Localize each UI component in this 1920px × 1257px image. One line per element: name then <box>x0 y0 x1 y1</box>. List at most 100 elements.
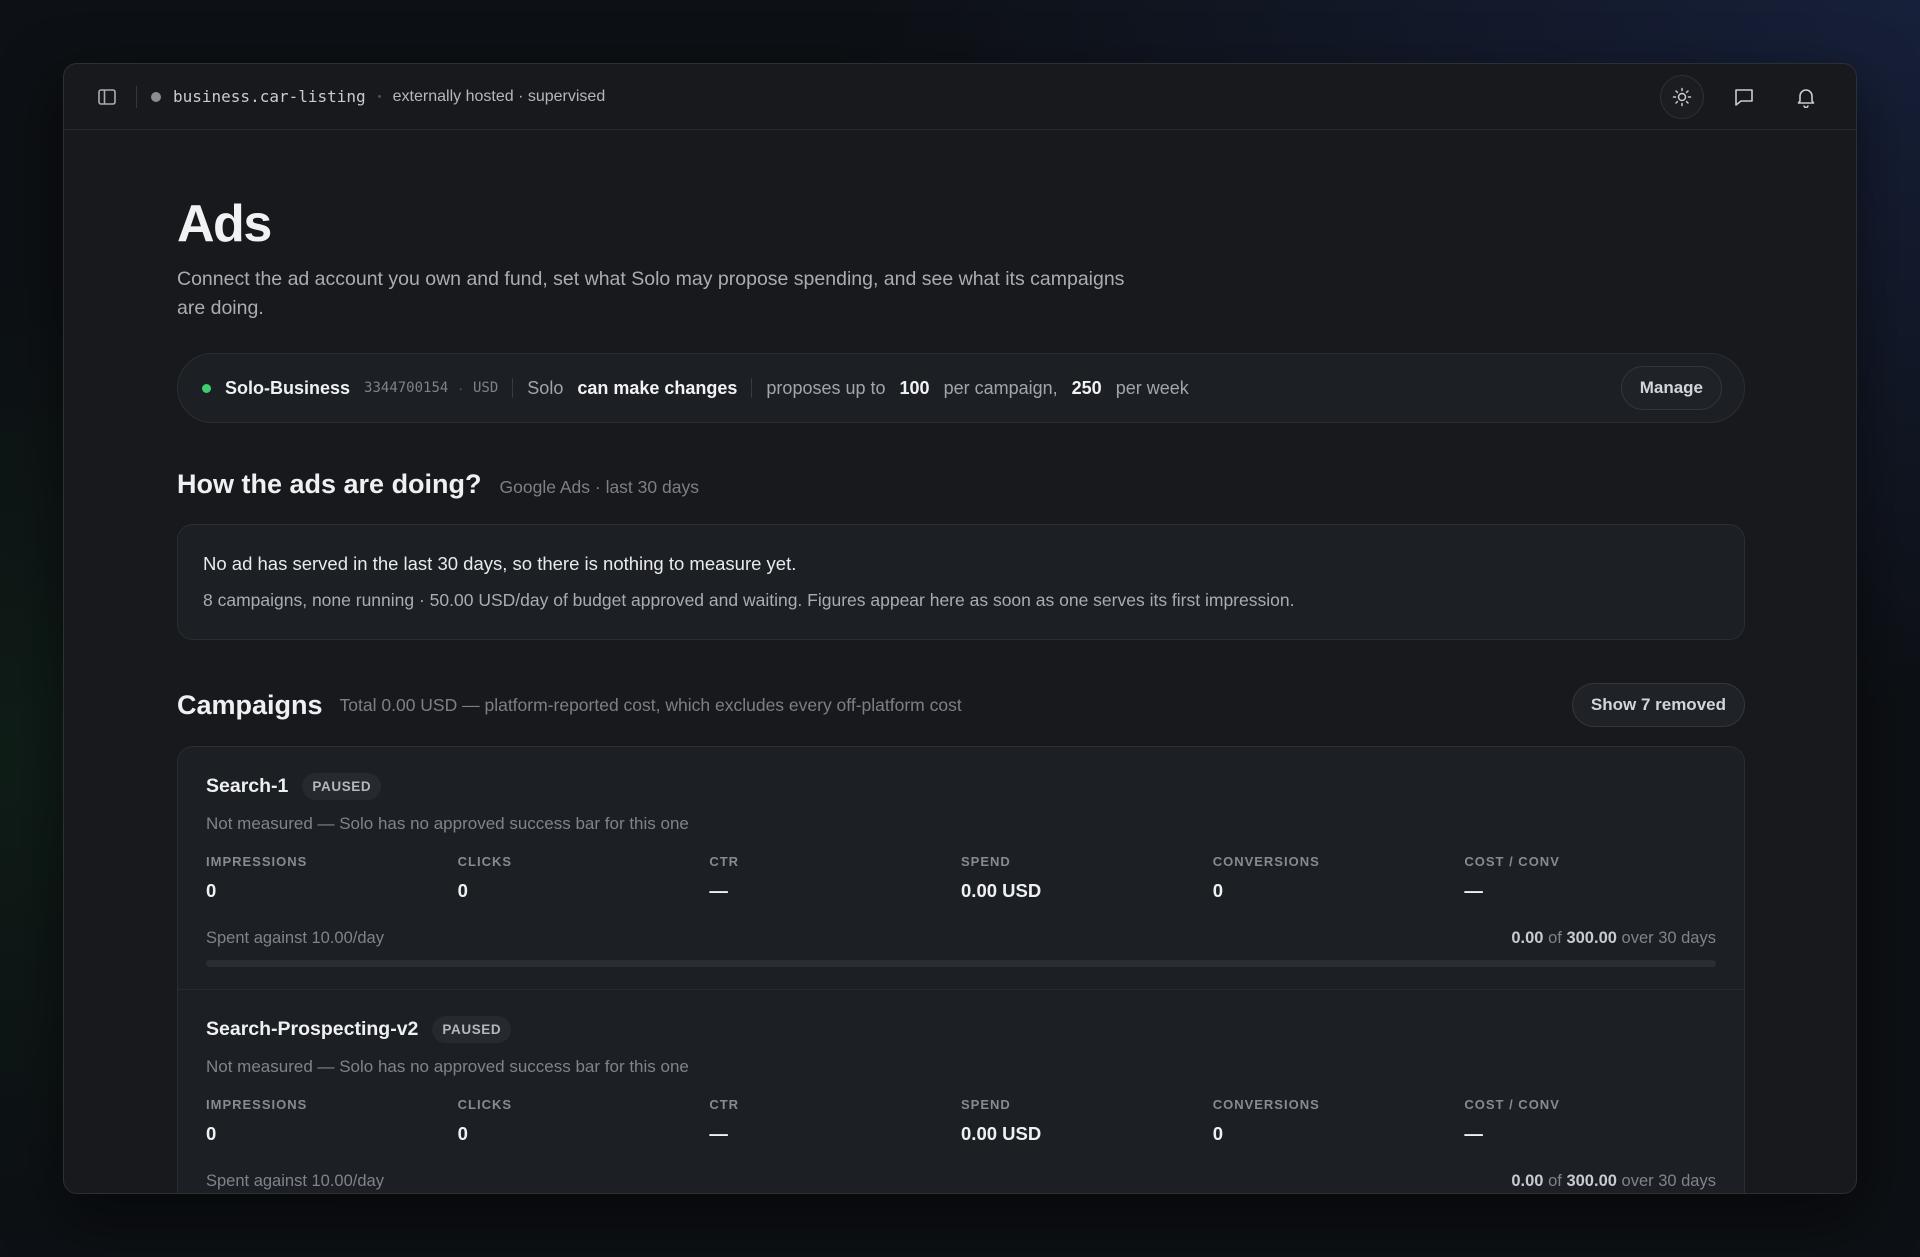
of-label: of <box>1548 1172 1562 1191</box>
metric-impressions: IMPRESSIONS 0 <box>206 1097 458 1145</box>
spend-summary: Spent against 10.00/day 0.00 of 300.00 o… <box>206 1172 1716 1191</box>
hosting-status: externally hosted · supervised <box>392 87 606 105</box>
proposes-label: proposes up to <box>766 377 886 398</box>
status-badge: PAUSED <box>432 1016 512 1044</box>
sun-icon <box>1672 87 1692 106</box>
metrics-row: IMPRESSIONS 0 CLICKS 0 CTR — SPEND 0.00 USD … <box>206 854 1716 902</box>
divider <box>512 378 514 399</box>
spend-progress-text: 0.00 of 300.00 over 30 days <box>1511 1172 1716 1191</box>
spent-against-label: Spent against 10.00/day <box>206 929 384 948</box>
period-label: over 30 days <box>1621 1172 1716 1191</box>
metric-value: 0 <box>206 1123 217 1145</box>
actor-name: Solo <box>527 377 564 398</box>
account-id: 3344700154 <box>364 380 449 397</box>
metric-impressions: IMPRESSIONS 0 <box>206 854 458 902</box>
divider <box>136 85 137 108</box>
metric-spend: SPEND 0.00 USD <box>961 854 1213 902</box>
spent-amount: 0.00 <box>1511 1172 1544 1191</box>
manage-button[interactable]: Manage <box>1620 366 1722 411</box>
campaign-card[interactable]: Search-1 PAUSED Not measured — Solo has … <box>178 747 1744 991</box>
metric-cost-per-conv: COST / CONV — <box>1464 854 1716 902</box>
performance-detail: 8 campaigns, none running · 50.00 USD/da… <box>203 590 1295 611</box>
metric-ctr: CTR — <box>709 854 961 902</box>
metric-label: CTR <box>709 1097 740 1113</box>
metric-label: COST / CONV <box>1464 854 1560 870</box>
sidebar-toggle-icon <box>98 88 116 105</box>
budget-amount: 300.00 <box>1566 929 1617 948</box>
account-status-dot <box>202 383 211 393</box>
ad-account-bar: Solo-Business 3344700154 · USD Solo can … <box>177 353 1745 424</box>
of-label: of <box>1548 929 1562 948</box>
metric-label: COST / CONV <box>1464 1097 1560 1113</box>
spent-against-label: Spent against 10.00/day <box>206 1172 384 1191</box>
measurement-note: Not measured — Solo has no approved succ… <box>206 814 689 834</box>
metric-label: CONVERSIONS <box>1212 1097 1320 1113</box>
metric-value: — <box>709 1123 728 1145</box>
metric-clicks: CLICKS 0 <box>458 1097 710 1145</box>
show-removed-button[interactable]: Show 7 removed <box>1571 683 1745 728</box>
metric-ctr: CTR — <box>709 1097 961 1145</box>
sidebar-toggle-button[interactable] <box>94 84 120 110</box>
separator-dot <box>377 95 381 98</box>
campaigns-header: Campaigns Total 0.00 USD — platform-repo… <box>177 683 1745 728</box>
app-window: business.car-listing externally hosted ·… <box>63 63 1857 1194</box>
metric-label: CLICKS <box>457 854 513 870</box>
metric-value: 0 <box>1212 1123 1223 1145</box>
measurement-note: Not measured — Solo has no approved succ… <box>206 1057 689 1077</box>
metric-clicks: CLICKS 0 <box>458 854 710 902</box>
campaigns-title: Campaigns <box>177 689 323 720</box>
divider <box>751 378 753 399</box>
notifications-button[interactable] <box>1784 75 1828 119</box>
campaign-name[interactable]: Search-1 <box>206 775 288 798</box>
spent-amount: 0.00 <box>1511 929 1544 948</box>
metric-conversions: CONVERSIONS 0 <box>1213 1097 1465 1145</box>
project-name[interactable]: business.car-listing <box>173 87 366 106</box>
spend-summary: Spent against 10.00/day 0.00 of 300.00 o… <box>206 929 1716 948</box>
per-week-label: per week <box>1115 377 1189 398</box>
account-currency: USD <box>473 380 499 397</box>
spend-progress-text: 0.00 of 300.00 over 30 days <box>1511 929 1716 948</box>
period-label: over 30 days <box>1621 929 1716 948</box>
spend-progress-bar <box>206 960 1716 968</box>
metric-label: SPEND <box>961 1097 1011 1113</box>
chat-button[interactable] <box>1722 75 1766 119</box>
campaign-card[interactable]: Search-Prospecting-v2 PAUSED Not measure… <box>178 990 1744 1193</box>
metric-label: CTR <box>709 854 740 870</box>
performance-header: How the ads are doing? Google Ads · last… <box>177 469 1745 500</box>
budget-amount: 300.00 <box>1566 1172 1617 1191</box>
metrics-row: IMPRESSIONS 0 CLICKS 0 CTR — SPEND 0.00 USD … <box>206 1097 1716 1145</box>
performance-title: How the ads are doing? <box>177 469 482 500</box>
project-status-dot <box>151 91 161 102</box>
per-campaign-label: per campaign, <box>943 377 1058 398</box>
campaign-name[interactable]: Search-Prospecting-v2 <box>206 1018 418 1041</box>
bell-icon <box>1797 88 1815 108</box>
metric-value: — <box>709 880 728 902</box>
chat-icon <box>1735 88 1753 106</box>
page-subtitle: Connect the ad account you own and fund,… <box>177 268 1125 320</box>
metric-value: 0 <box>1212 880 1223 902</box>
metric-label: IMPRESSIONS <box>206 1097 308 1113</box>
metric-label: SPEND <box>961 854 1011 870</box>
metric-conversions: CONVERSIONS 0 <box>1213 854 1465 902</box>
permission-level: can make changes <box>577 377 738 398</box>
metric-value: 0.00 USD <box>961 880 1042 902</box>
campaigns-total: Total 0.00 USD — platform-reported cost,… <box>339 694 962 715</box>
campaign-list: Search-1 PAUSED Not measured — Solo has … <box>177 746 1745 1193</box>
metric-label: CONVERSIONS <box>1212 854 1320 870</box>
metric-value: 0.00 USD <box>961 1123 1042 1145</box>
page-title: Ads <box>177 195 272 253</box>
per-campaign-limit: 100 <box>899 377 930 398</box>
metric-value: — <box>1464 1123 1483 1145</box>
performance-headline: No ad has served in the last 30 days, so… <box>203 553 797 575</box>
performance-meta: Google Ads · last 30 days <box>499 477 699 498</box>
separator-dot: · <box>458 380 463 397</box>
per-week-limit: 250 <box>1071 377 1102 398</box>
status-badge: PAUSED <box>302 773 382 801</box>
account-name: Solo-Business <box>225 377 351 398</box>
metric-cost-per-conv: COST / CONV — <box>1464 1097 1716 1145</box>
main-content: Ads Connect the ad account you own and f… <box>177 190 1745 1193</box>
metric-label: IMPRESSIONS <box>206 854 308 870</box>
metric-value: — <box>1464 880 1483 902</box>
theme-toggle-button[interactable] <box>1660 74 1704 119</box>
metric-spend: SPEND 0.00 USD <box>961 1097 1213 1145</box>
